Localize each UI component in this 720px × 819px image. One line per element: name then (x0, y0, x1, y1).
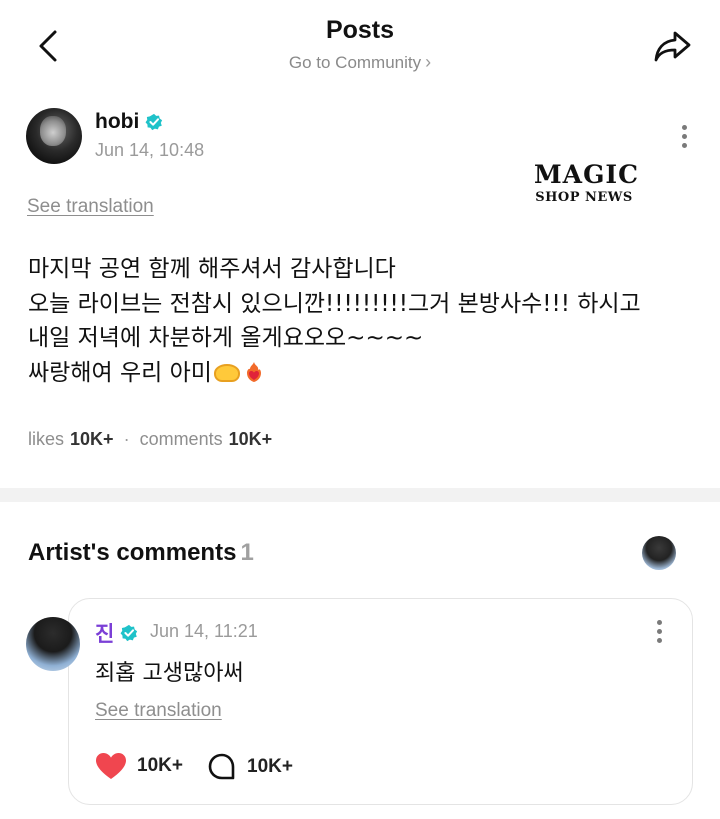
author-name[interactable]: hobi (95, 110, 163, 134)
comments-label: comments (139, 429, 223, 449)
watermark-bottom-text: SHOP NEWS (535, 190, 633, 205)
comment-timestamp: Jun 14, 11:21 (150, 621, 258, 641)
heart-icon (96, 753, 126, 779)
artist-comments-count: 1 (240, 539, 254, 566)
comment-see-translation-link[interactable]: See translation (95, 700, 222, 722)
post-timestamp: Jun 14, 10:48 (95, 140, 205, 160)
artist-comments-heading: Artist's comments 1 (28, 539, 254, 567)
share-arrow-icon (654, 31, 691, 62)
post-stats: likes 10K+ · comments 10K+ (28, 429, 272, 450)
comments-count: 10K+ (228, 429, 273, 449)
comment-more-button[interactable] (649, 614, 669, 648)
author-name-label: hobi (95, 110, 140, 133)
community-link-label: Go to Community (288, 53, 422, 72)
comment-author-avatar[interactable] (26, 617, 80, 671)
artist-comments-title: Artist's comments (28, 539, 237, 566)
post-line: 싸랑해여 우리 아미 (28, 359, 212, 386)
more-dot (656, 637, 662, 643)
more-dot (681, 133, 687, 139)
chevron-right-icon: › (425, 52, 432, 72)
likes-stat[interactable]: likes 10K+ (28, 429, 114, 450)
watermark-top-text: MAGIC (534, 160, 640, 189)
post-line-with-emoji: 싸랑해여 우리 아미 (28, 356, 708, 391)
comment-like-count: 10K+ (137, 755, 183, 776)
post-line: 오늘 라이브는 전참시 있으니깐!!!!!!!!!그거 본방사수!!! 하시고 (28, 290, 641, 317)
more-dot (681, 142, 687, 148)
header-bar: Posts Go to Community › (0, 0, 720, 90)
post-line: 내일 저녁에 차분하게 올게요오오~~~~ (28, 325, 424, 351)
more-dot (656, 628, 662, 634)
comment-reply-button[interactable]: 10K+ (207, 752, 293, 782)
heart-on-fire-emoji-icon (246, 361, 261, 382)
author-avatar[interactable] (26, 108, 82, 164)
likes-count: 10K+ (70, 429, 114, 449)
comment-author-name: 진 (95, 622, 115, 646)
comment-text: 죄홉 고생많아써 (95, 661, 244, 686)
see-translation-link[interactable]: See translation (27, 196, 154, 218)
verified-badge-icon (120, 624, 138, 642)
comments-stat[interactable]: comments 10K+ (140, 429, 273, 450)
magic-shop-news-watermark: MAGIC SHOP NEWS (534, 160, 640, 206)
likes-label: likes (28, 429, 65, 449)
more-dot (681, 124, 687, 130)
artist-comments-avatar[interactable] (642, 536, 676, 570)
post-line: 마지막 공연 함께 해주셔서 감사합니다 (28, 256, 396, 282)
heart-hands-emoji-icon (213, 363, 240, 382)
more-dot (656, 619, 662, 625)
section-divider (0, 488, 720, 502)
post-body: 마지막 공연 함께 해주셔서 감사합니다 오늘 라이브는 전참시 있으니깐!!!… (28, 252, 708, 390)
separator-dot: · (123, 429, 130, 449)
post-more-button[interactable] (674, 119, 694, 153)
comment-author[interactable]: 진 (95, 618, 138, 648)
verified-badge-icon (145, 113, 163, 131)
comment-like-button[interactable]: 10K+ (95, 752, 183, 780)
page-title: Posts (325, 16, 395, 44)
comment-reply-count: 10K+ (247, 756, 293, 777)
go-to-community-link[interactable]: Go to Community › (0, 52, 720, 73)
speech-bubble-icon (208, 753, 235, 780)
share-button[interactable] (648, 24, 698, 68)
